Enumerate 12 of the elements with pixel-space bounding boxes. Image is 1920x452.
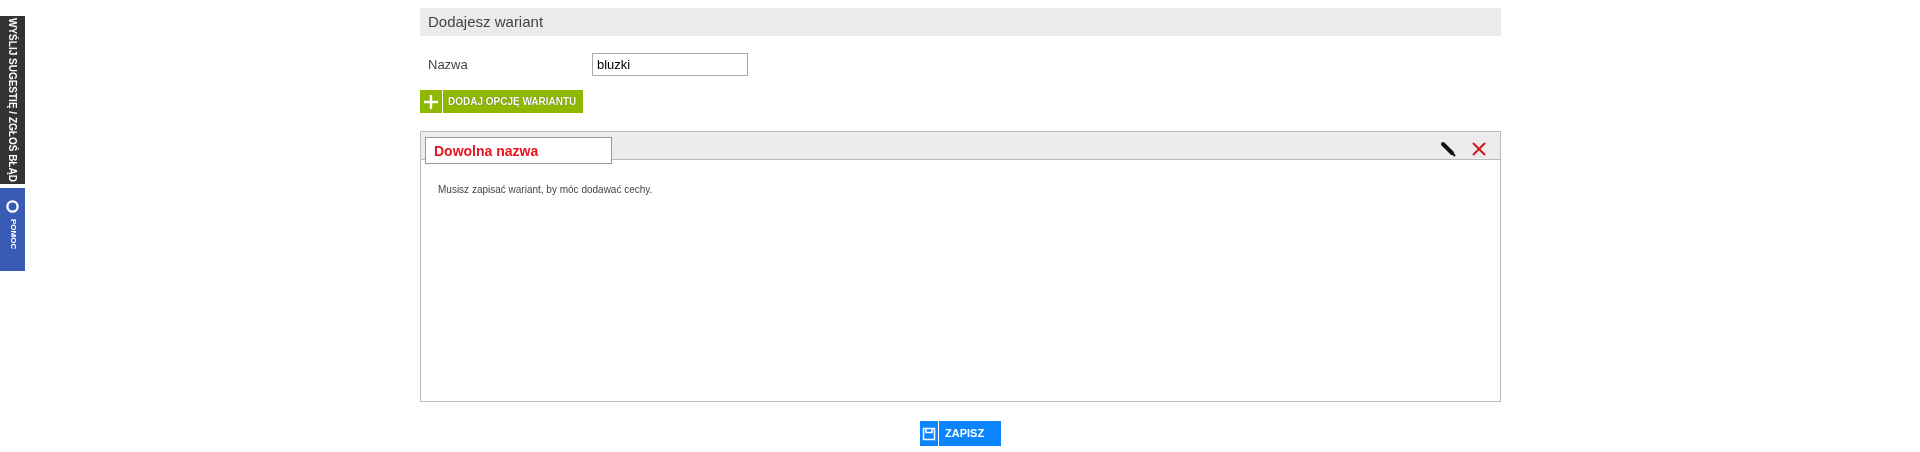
save-button[interactable]: ZAPISZ <box>920 421 1001 446</box>
option-name-field[interactable]: Dowolna nazwa <box>425 137 612 164</box>
info-message: Musisz zapisać wariant, by móc dodawać cechy. <box>438 183 654 197</box>
section-title: Dodajesz wariant <box>428 11 544 32</box>
help-side-tab[interactable]: POMOC <box>0 188 25 271</box>
floppy-icon <box>922 426 936 441</box>
field-label: Nazwa <box>428 55 469 74</box>
name-input-field[interactable]: bluzki <box>592 53 748 76</box>
close-icon[interactable] <box>1472 142 1486 156</box>
plus-icon <box>422 92 440 111</box>
feedback-side-tab[interactable]: WYŚLIJ SUGESTIĘ / ZGŁOŚ BŁĄD <box>0 16 25 184</box>
pencil-icon[interactable] <box>1440 141 1456 157</box>
